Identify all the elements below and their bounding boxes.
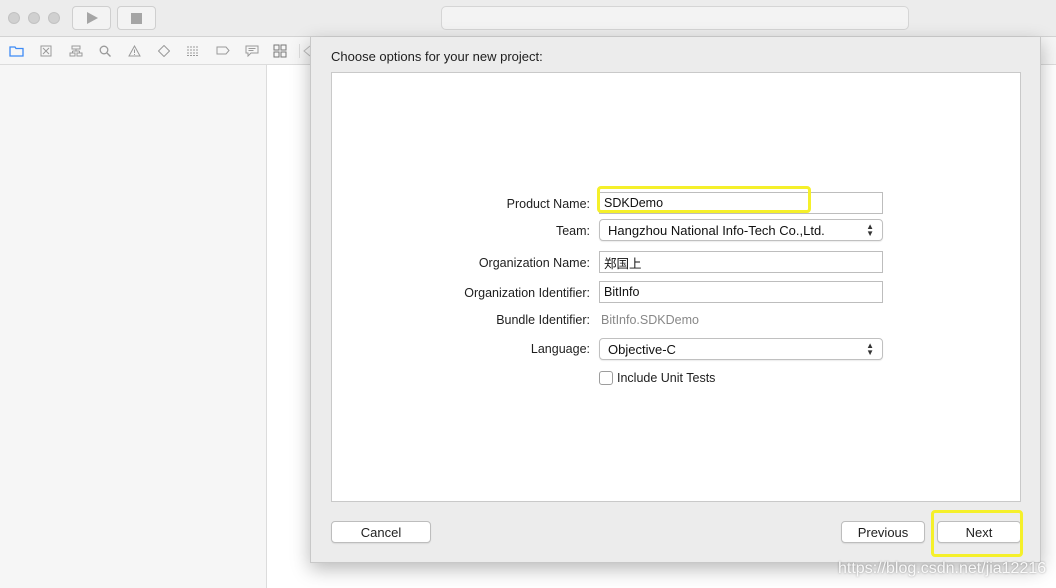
chevron-up-down-icon: ▲ ▼ (866, 222, 874, 238)
previous-button[interactable]: Previous (841, 521, 925, 543)
next-button-highlight (931, 510, 1023, 557)
language-popup[interactable]: Objective-C ▲ ▼ (599, 338, 883, 360)
related-items-icon[interactable] (273, 44, 287, 61)
cancel-button[interactable]: Cancel (331, 521, 431, 543)
navigator-selector-bar (0, 37, 267, 65)
product-name-highlight (597, 186, 811, 213)
window-toolbar (0, 0, 1056, 37)
warning-icon[interactable] (120, 37, 149, 65)
include-unit-tests-checkbox[interactable]: Include Unit Tests (599, 371, 715, 385)
stop-icon (131, 12, 142, 24)
organization-name-field[interactable] (599, 251, 883, 273)
language-label: Language: (530, 342, 590, 356)
team-popup[interactable]: Hangzhou National Info-Tech Co.,Ltd. ▲ ▼ (599, 219, 883, 241)
chevron-up-down-icon: ▲ ▼ (866, 341, 874, 357)
team-value: Hangzhou National Info-Tech Co.,Ltd. (608, 222, 825, 238)
source-control-icon[interactable] (31, 37, 60, 65)
team-label: Team: (555, 224, 590, 238)
divider (299, 44, 300, 58)
include-unit-tests-label: Include Unit Tests (617, 371, 716, 385)
navigator-pane (0, 65, 267, 588)
activity-viewer (441, 6, 909, 30)
play-icon (86, 12, 98, 24)
bundle-identifier-label: Bundle Identifier: (496, 313, 590, 327)
language-value: Objective-C (608, 341, 676, 357)
options-panel: Product Name: Team: Hangzhou National In… (331, 72, 1021, 502)
folder-icon[interactable] (2, 37, 31, 65)
search-icon[interactable] (90, 37, 119, 65)
bundle-identifier-value: BitInfo.SDKDemo (601, 313, 699, 327)
organization-identifier-field[interactable] (599, 281, 883, 303)
hierarchy-icon[interactable] (61, 37, 90, 65)
organization-name-label: Organization Name: (478, 256, 590, 270)
breakpoint-icon[interactable] (208, 37, 237, 65)
stop-button[interactable] (117, 6, 156, 30)
minimize-window-button[interactable] (28, 12, 40, 24)
close-window-button[interactable] (8, 12, 20, 24)
report-icon[interactable] (238, 37, 267, 65)
organization-identifier-label: Organization Identifier: (464, 286, 590, 300)
test-icon[interactable] (149, 37, 178, 65)
watermark: https://blog.csdn.net/jia12216 (838, 560, 1047, 577)
zoom-window-button[interactable] (48, 12, 60, 24)
product-name-label: Product Name: (506, 197, 590, 211)
sheet-title: Choose options for your new project: (331, 49, 543, 64)
checkbox-box[interactable] (599, 371, 613, 385)
debug-icon[interactable] (179, 37, 208, 65)
run-button[interactable] (72, 6, 111, 30)
new-project-sheet: Choose options for your new project: Pro… (310, 37, 1041, 563)
